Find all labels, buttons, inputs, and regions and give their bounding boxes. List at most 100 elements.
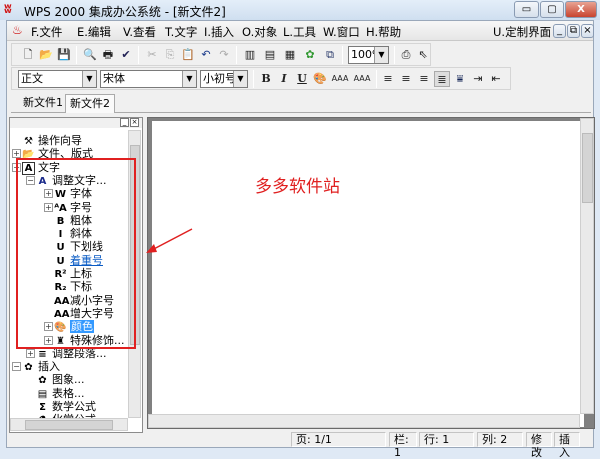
menu-item-8[interactable]: H.帮助 xyxy=(366,24,401,40)
annotation-text: 多多软件站 xyxy=(255,177,340,197)
mdi-restore-button[interactable]: ⧉ xyxy=(567,24,580,38)
size-select[interactable]: 小初号 ▼ xyxy=(200,70,248,88)
color-palette-icon[interactable]: 🎨 xyxy=(312,71,328,87)
expand-icon[interactable]: + xyxy=(12,149,21,159)
new-file-icon[interactable]: 🗋 xyxy=(20,47,36,63)
tree-item-label: 操作向导 xyxy=(38,134,82,147)
tree-item[interactable]: ✿ 插入 xyxy=(22,360,60,373)
table-icon: ▤ xyxy=(37,388,48,400)
italic-button[interactable]: I xyxy=(276,71,292,87)
shrink-font-button[interactable]: AAA xyxy=(330,71,350,87)
document-area xyxy=(147,117,595,429)
bold-button[interactable]: B xyxy=(258,71,274,87)
doc-horizontal-scrollbar[interactable] xyxy=(148,414,580,428)
redo-icon[interactable]: ↷ xyxy=(216,47,232,63)
wizard-icon: ⚒ xyxy=(24,136,33,147)
tree-item-label: 图象... xyxy=(52,373,85,387)
tree-item[interactable]: ⚒ 操作向导 xyxy=(22,134,82,147)
align-right-icon[interactable]: ≡ xyxy=(416,71,432,87)
maximize-button[interactable]: ▢ xyxy=(540,1,564,18)
scroll-thumb[interactable] xyxy=(25,420,113,430)
image-icon: ✿ xyxy=(38,375,47,387)
tree-horizontal-scrollbar[interactable] xyxy=(10,418,128,431)
tree-item-label: 数学公式 xyxy=(52,400,96,413)
tab-file2[interactable]: 新文件2 xyxy=(65,94,115,113)
doc-vertical-scrollbar[interactable] xyxy=(580,118,594,414)
tree-item-label: 表格... xyxy=(52,386,85,400)
close-button[interactable]: X xyxy=(565,1,597,18)
scroll-thumb[interactable] xyxy=(582,133,593,203)
document-tabs: 新文件1 新文件2 xyxy=(11,91,591,113)
font-select[interactable]: 宋体 ▼ xyxy=(100,70,197,88)
outdent-icon[interactable]: ⇤ xyxy=(488,71,504,87)
print-icon[interactable]: 🖶 xyxy=(100,47,116,63)
save-icon[interactable]: 💾 xyxy=(56,47,72,63)
undo-icon[interactable]: ↶ xyxy=(198,47,214,63)
menu-item-4[interactable]: I.插入 xyxy=(204,24,234,40)
size-value: 小初号 xyxy=(203,72,236,85)
chevron-down-icon: ▼ xyxy=(82,71,96,87)
cut-icon[interactable]: ✂ xyxy=(144,47,160,63)
justify-icon[interactable]: ≣ xyxy=(434,71,450,87)
document-page[interactable] xyxy=(152,121,584,427)
panel-header: _ × xyxy=(10,118,142,128)
status-column: 栏: 1 xyxy=(389,432,417,459)
print-preview-icon[interactable]: 🔍 xyxy=(82,47,98,63)
status-insert: 插入 xyxy=(554,432,580,459)
menu-item-7[interactable]: W.窗口 xyxy=(323,24,360,40)
align-left-icon[interactable]: ≡ xyxy=(380,71,396,87)
format-toolbar: 正文 ▼ 宋体 ▼ 小初号 ▼ B I U 🎨 AAA AAA ≡ ≡ ≡ ≣ ⩸ ⇥… xyxy=(11,67,511,90)
zoom-select[interactable]: 100% ▼ xyxy=(348,46,389,64)
image-icon[interactable]: ✿ xyxy=(302,47,318,63)
table-icon[interactable]: ▦ xyxy=(282,47,298,63)
standard-toolbar: 🗋 📂 💾 🔍 🖶 ✔ ✂ ⎘ 📋 ↶ ↷ ▥ ▤ ▦ ✿ ⧉ 100% ▼ ⎙ … xyxy=(11,43,431,66)
chevron-down-icon: ▼ xyxy=(233,71,247,87)
open-icon[interactable]: 📂 xyxy=(38,47,54,63)
tab-file1[interactable]: 新文件1 xyxy=(19,94,67,113)
menu-item-3[interactable]: T.文字 xyxy=(165,24,197,40)
status-page: 页: 1/1 xyxy=(291,432,386,447)
tree-item[interactable]: ▤ 表格... xyxy=(36,387,85,400)
menu-item-1[interactable]: E.编辑 xyxy=(77,24,111,40)
chevron-down-icon: ▼ xyxy=(182,71,196,87)
status-modify: 修改 xyxy=(526,432,552,459)
frame-icon[interactable]: ⧉ xyxy=(322,47,338,63)
status-col: 列: 2 xyxy=(477,432,523,447)
chevron-down-icon: ▼ xyxy=(374,47,388,63)
window-title: WPS 2000 集成办公系统 - [新文件2] xyxy=(24,5,226,19)
indent-icon[interactable]: ⇥ xyxy=(470,71,486,87)
wps-logo-icon: ʬ xyxy=(4,2,12,17)
minimize-button[interactable]: ▭ xyxy=(514,1,539,18)
menu-customize[interactable]: U.定制界面 xyxy=(493,24,551,40)
font-value: 宋体 xyxy=(103,72,125,85)
insert-column-icon[interactable]: ▥ xyxy=(242,47,258,63)
grow-font-button[interactable]: AAA xyxy=(352,71,372,87)
align-center-icon[interactable]: ≡ xyxy=(398,71,414,87)
find-icon[interactable]: ⎙ xyxy=(398,47,414,63)
menu-item-6[interactable]: L.工具 xyxy=(283,24,316,40)
menu-item-2[interactable]: V.查看 xyxy=(123,24,156,40)
formula-icon: Σ xyxy=(39,402,46,413)
style-value: 正文 xyxy=(21,72,43,85)
mdi-minimize-button[interactable]: _ xyxy=(553,24,566,38)
panel-minimize-button[interactable]: _ xyxy=(120,118,129,127)
copy-icon[interactable]: ⎘ xyxy=(162,47,178,63)
menu-item-5[interactable]: O.对象 xyxy=(242,24,277,40)
collapse-icon[interactable]: − xyxy=(12,362,21,372)
tree-item[interactable]: Σ 数学公式 xyxy=(36,400,96,413)
annotation-arrow-icon xyxy=(146,228,193,253)
insert-row-icon[interactable]: ▤ xyxy=(262,47,278,63)
tree-item[interactable]: ✿ 图象... xyxy=(36,373,85,387)
mdi-close-button[interactable]: × xyxy=(581,24,594,38)
distribute-icon[interactable]: ⩸ xyxy=(452,71,468,87)
spellcheck-icon[interactable]: ✔ xyxy=(118,47,134,63)
style-select[interactable]: 正文 ▼ xyxy=(18,70,97,88)
paste-icon[interactable]: 📋 xyxy=(180,47,196,63)
expand-icon[interactable]: + xyxy=(26,348,35,358)
menu-item-0[interactable]: F.文件 xyxy=(31,24,62,40)
panel-close-button[interactable]: × xyxy=(130,118,139,127)
tree-item-label: 插入 xyxy=(38,360,60,374)
underline-button[interactable]: U xyxy=(294,71,310,87)
title-bar: ʬ WPS 2000 集成办公系统 - [新文件2] ▭ ▢ X xyxy=(0,0,600,20)
pointer-icon[interactable]: ⇖ xyxy=(415,47,431,63)
